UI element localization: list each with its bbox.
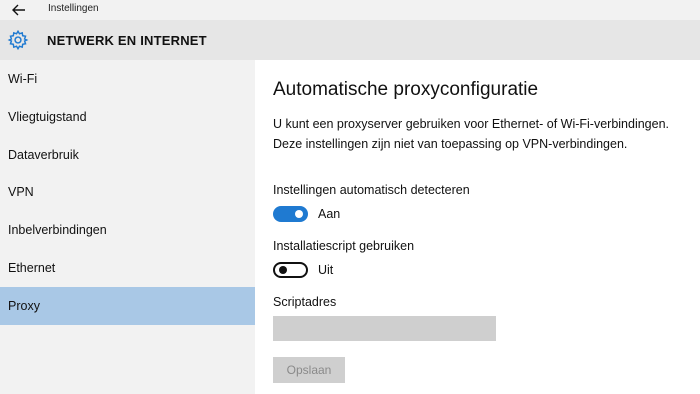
sidebar-item-vpn[interactable]: VPN (0, 173, 255, 211)
sidebar: Wi-Fi Vliegtuigstand Dataverbruik VPN In… (0, 60, 255, 394)
description-text: U kunt een proxyserver gebruiken voor Et… (273, 117, 670, 151)
window-title: Instellingen (48, 3, 99, 14)
sidebar-item-data-usage[interactable]: Dataverbruik (0, 136, 255, 174)
auto-detect-label: Instellingen automatisch detecteren (273, 183, 470, 197)
toggle-knob (295, 210, 303, 218)
sidebar-item-ethernet[interactable]: Ethernet (0, 249, 255, 287)
setup-script-state: Uit (318, 263, 334, 277)
gear-icon (7, 29, 29, 51)
toggle-knob (279, 266, 287, 274)
section-header: NETWERK EN INTERNET (0, 20, 700, 60)
sidebar-item-proxy[interactable]: Proxy (0, 287, 255, 325)
setup-script-toggle[interactable] (273, 262, 308, 278)
script-address-input[interactable] (273, 316, 496, 341)
title-bar: Instellingen (0, 0, 700, 20)
auto-detect-state: Aan (318, 207, 341, 221)
script-address-label: Scriptadres (273, 295, 337, 309)
section-title: NETWERK EN INTERNET (47, 33, 207, 48)
main-content: Automatische proxyconfiguratie U kunt ee… (255, 60, 700, 394)
page-title: Automatische proxyconfiguratie (273, 79, 539, 100)
back-button[interactable] (8, 0, 30, 20)
sidebar-item-airplane-mode[interactable]: Vliegtuigstand (0, 98, 255, 136)
sidebar-item-dial-up[interactable]: Inbelverbindingen (0, 211, 255, 249)
save-button[interactable]: Opslaan (273, 357, 345, 383)
setup-script-label: Installatiescript gebruiken (273, 239, 415, 253)
sidebar-item-wifi[interactable]: Wi-Fi (0, 60, 255, 98)
back-arrow-icon (12, 4, 25, 16)
auto-detect-toggle[interactable] (273, 206, 308, 222)
